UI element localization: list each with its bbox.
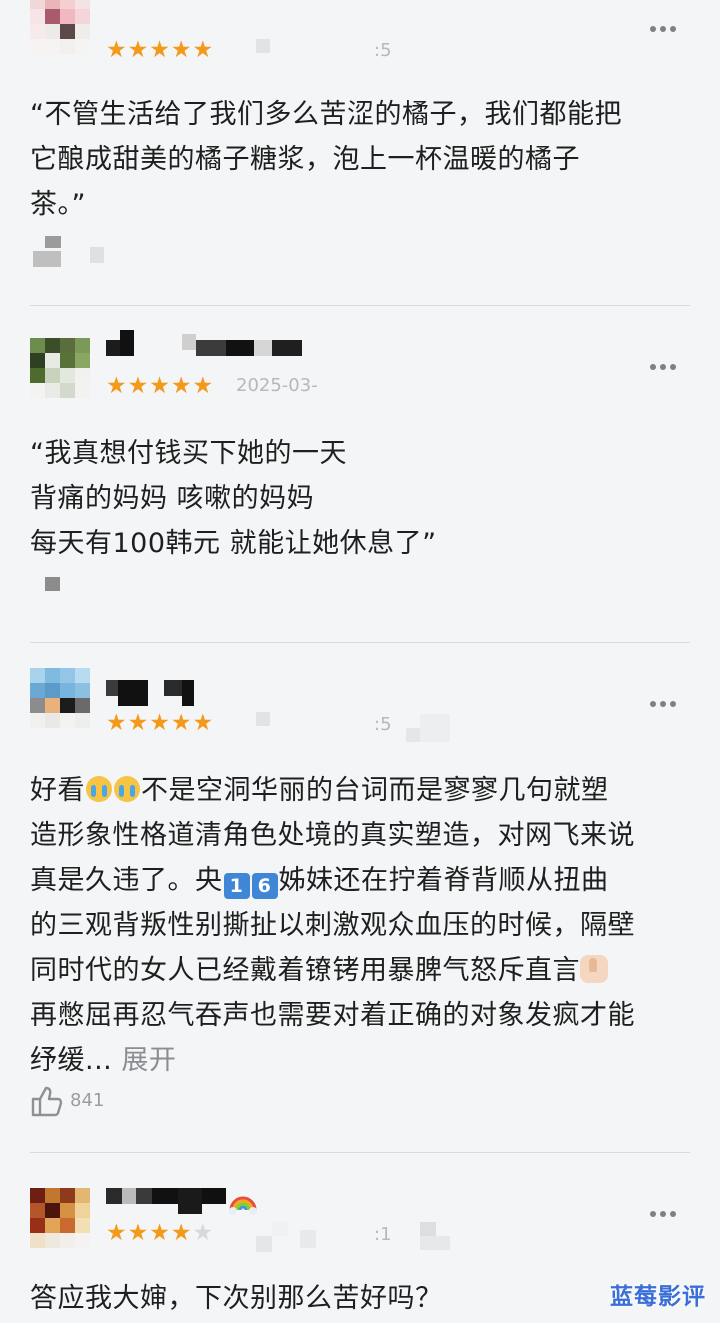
rainbow-emoji bbox=[229, 1196, 257, 1215]
username[interactable] bbox=[106, 1188, 226, 1214]
dot-icon bbox=[650, 364, 656, 370]
star-filled-icon: ★ bbox=[149, 1220, 170, 1246]
star-filled-icon: ★ bbox=[127, 37, 149, 63]
review-text: “不管生活给了我们多么苦涩的橘子，我们都能把 它酿成甜美的橘子糖浆，泡上一杯温暖… bbox=[30, 99, 622, 220]
blurred-meta bbox=[33, 251, 61, 267]
review-date: 2025-03- bbox=[236, 375, 318, 396]
dot-icon bbox=[660, 26, 666, 32]
review-date: :5 bbox=[374, 714, 392, 735]
star-filled-icon: ★ bbox=[170, 373, 192, 399]
dot-icon bbox=[670, 364, 676, 370]
review-card: ★ ★ ★ ★ ★ :5 好看 不是空洞华丽的台词而是寥寥几句就塑 造形象性格道清角色处境… bbox=[0, 642, 720, 1152]
star-rating: ★ ★ ★ ★ ★ bbox=[106, 374, 213, 398]
review-text: 好看 不是空洞华丽的台词而是寥寥几句就塑 造形象性格道清角色处境的真实塑造，对网飞… bbox=[30, 775, 635, 1076]
star-rating: ★ ★ ★ ★ ★ bbox=[106, 1221, 213, 1245]
username[interactable] bbox=[106, 680, 194, 706]
review-date: :1 bbox=[374, 1224, 392, 1245]
star-filled-icon: ★ bbox=[127, 1220, 149, 1246]
avatar[interactable] bbox=[30, 338, 90, 398]
keycap-emoji: 6 bbox=[251, 873, 278, 899]
username[interactable] bbox=[106, 330, 302, 356]
dot-icon bbox=[670, 1211, 676, 1217]
review-card: ★ ★ ★ ★ ★ :5 “不管生活给了我们多么苦涩的橘子，我们都能把 它酿成甜美的橘子… bbox=[0, 0, 720, 305]
review-text: 答应我大婶，下次别那么苦好吗？ bbox=[30, 1283, 443, 1314]
dot-icon bbox=[650, 701, 656, 707]
dot-icon bbox=[660, 701, 666, 707]
star-filled-icon: ★ bbox=[192, 37, 214, 63]
watermark: 蓝莓影评 bbox=[610, 1284, 706, 1310]
star-filled-icon: ★ bbox=[192, 373, 214, 399]
star-filled-icon: ★ bbox=[149, 710, 170, 736]
more-options-button[interactable] bbox=[650, 24, 682, 34]
blurred-meta bbox=[45, 577, 60, 591]
star-filled-icon: ★ bbox=[127, 710, 149, 736]
date-blur bbox=[256, 1236, 272, 1252]
like-button[interactable]: 841 bbox=[30, 1084, 104, 1118]
review-card: ★ ★ ★ ★ ★ 2025-03- “我真想付钱买下她的一天 背痛的妈妈 咳嗽的妈妈 … bbox=[0, 305, 720, 642]
review-date: :5 bbox=[374, 40, 392, 61]
thumb-up-icon bbox=[31, 1086, 63, 1117]
review-text: “我真想付钱买下她的一天 背痛的妈妈 咳嗽的妈妈 每天有100韩元 就能让她休息… bbox=[30, 438, 437, 559]
star-filled-icon: ★ bbox=[106, 37, 127, 63]
star-filled-icon: ★ bbox=[106, 373, 127, 399]
thumbs-up-emoji bbox=[580, 955, 608, 983]
star-filled-icon: ★ bbox=[127, 373, 149, 399]
avatar[interactable] bbox=[30, 668, 90, 728]
avatar[interactable] bbox=[30, 1188, 90, 1248]
like-count: 841 bbox=[70, 1090, 105, 1111]
dot-icon bbox=[650, 26, 656, 32]
date-blur bbox=[256, 712, 270, 726]
date-blur bbox=[272, 1222, 288, 1236]
date-blur bbox=[300, 1230, 316, 1248]
date-blur bbox=[420, 1236, 450, 1250]
star-filled-icon: ★ bbox=[170, 37, 192, 63]
star-filled-icon: ★ bbox=[192, 710, 214, 736]
keycap-emoji: 1 bbox=[223, 873, 250, 899]
dot-icon bbox=[670, 701, 676, 707]
dot-icon bbox=[660, 1211, 666, 1217]
crying-face-emoji bbox=[114, 776, 140, 802]
dot-icon bbox=[670, 26, 676, 32]
blurred-meta bbox=[45, 236, 61, 248]
dot-icon bbox=[660, 364, 666, 370]
star-filled-icon: ★ bbox=[170, 710, 192, 736]
expand-link[interactable]: 展开 bbox=[112, 1045, 176, 1076]
star-empty-icon: ★ bbox=[192, 1220, 214, 1246]
dot-icon bbox=[650, 1211, 656, 1217]
date-blur bbox=[420, 1222, 436, 1236]
star-filled-icon: ★ bbox=[149, 37, 170, 63]
star-filled-icon: ★ bbox=[170, 1220, 192, 1246]
date-blur bbox=[406, 728, 420, 742]
star-rating: ★ ★ ★ ★ ★ bbox=[106, 38, 213, 62]
blurred-meta bbox=[90, 247, 104, 263]
star-rating: ★ ★ ★ ★ ★ bbox=[106, 711, 213, 735]
crying-face-emoji bbox=[86, 776, 112, 802]
date-blur bbox=[420, 714, 450, 742]
date-blur bbox=[256, 39, 270, 53]
avatar[interactable] bbox=[30, 0, 90, 54]
star-filled-icon: ★ bbox=[149, 373, 170, 399]
star-filled-icon: ★ bbox=[106, 710, 127, 736]
more-options-button[interactable] bbox=[650, 1209, 682, 1219]
more-options-button[interactable] bbox=[650, 362, 682, 372]
star-filled-icon: ★ bbox=[106, 1220, 127, 1246]
more-options-button[interactable] bbox=[650, 699, 682, 709]
